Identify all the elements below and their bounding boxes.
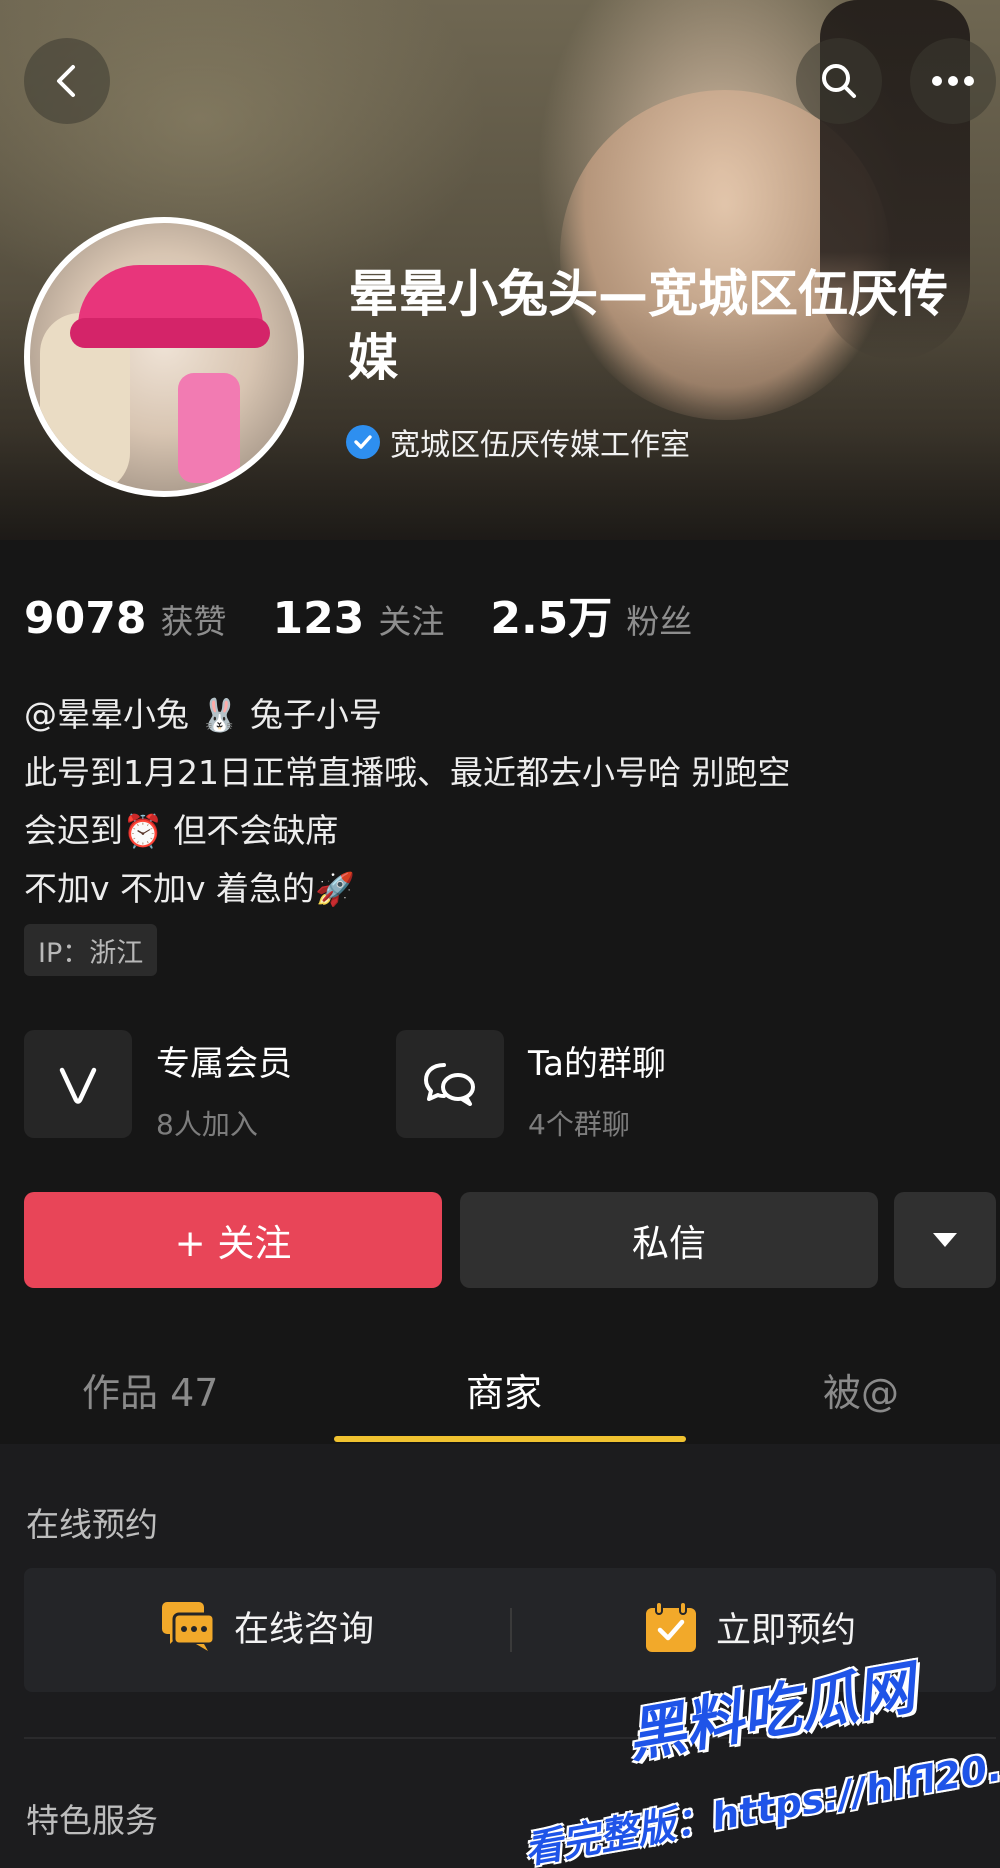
feature-exclusive-membership[interactable]: 专属会员 8人加入 [24, 1030, 292, 1143]
online-consult-label: 在线咨询 [234, 1609, 375, 1650]
merchant-content: 在线预约 在线咨询 立即预约 特色服务 [0, 1444, 1000, 1868]
avatar[interactable] [24, 217, 304, 497]
tab-mentions[interactable]: 被@ [823, 1362, 899, 1417]
stat-following-label: 关注 [378, 602, 445, 641]
tab-merchant[interactable]: 商家 [466, 1362, 542, 1417]
book-now-label: 立即预约 [716, 1610, 857, 1651]
message-button[interactable]: 私信 [460, 1192, 878, 1288]
rocket-emoji-icon: 🚀 [315, 870, 355, 908]
stat-followers[interactable]: 2.5万 粉丝 [490, 582, 692, 646]
stat-likes-label: 获赞 [160, 602, 227, 641]
caret-down-icon [933, 1233, 957, 1247]
stat-likes[interactable]: 9078 获赞 [24, 593, 226, 644]
stat-likes-value: 9078 [24, 593, 147, 644]
booking-options: 在线咨询 立即预约 [24, 1568, 996, 1692]
search-icon [822, 64, 856, 98]
search-button[interactable] [796, 38, 882, 124]
more-dots-icon [932, 76, 974, 86]
verified-label: 宽城区伍厌传媒工作室 [390, 428, 690, 463]
calendar-check-icon [646, 1601, 696, 1652]
bio-line-1: @晕晕小兔 🐰 兔子小号 [24, 686, 790, 744]
bio-line-4: 不加v 不加v 着急的🚀 [24, 869, 355, 908]
services-section-title: 特色服务 [26, 1801, 158, 1840]
consult-chat-icon [162, 1602, 216, 1651]
active-tab-indicator [334, 1436, 686, 1442]
stat-following-value: 123 [272, 593, 365, 644]
more-options-button[interactable] [910, 38, 996, 124]
profile-display-name: 晕晕小兔头—宽城区伍厌传媒 [348, 265, 948, 387]
rabbit-emoji-icon: 🐰 [199, 696, 240, 734]
stat-followers-value: 2.5万 [490, 593, 613, 644]
feature-group-chats-subtitle: 4个群聊 [528, 1108, 630, 1141]
feature-group-chats[interactable]: Ta的群聊 4个群聊 [396, 1030, 666, 1143]
profile-stats: 9078 获赞 123 关注 2.5万 粉丝 [24, 582, 738, 646]
follow-button[interactable]: + 关注 [24, 1192, 442, 1288]
verified-account-row[interactable]: 宽城区伍厌传媒工作室 [346, 420, 690, 464]
profile-tabs: 作品 47 商家 被@ [0, 1340, 1000, 1444]
tab-works[interactable]: 作品 47 [82, 1362, 218, 1417]
back-button[interactable] [24, 38, 110, 124]
alarm-clock-emoji-icon: ⏰ [123, 812, 163, 850]
stat-followers-label: 粉丝 [626, 602, 693, 641]
profile-bio: @晕晕小兔 🐰 兔子小号 此号到1月21日正常直播哦、最近都去小号哈 别跑空 会… [24, 686, 790, 918]
online-consult-button[interactable]: 在线咨询 [160, 1600, 374, 1652]
stat-following[interactable]: 123 关注 [272, 593, 444, 644]
feature-membership-title: 专属会员 [156, 1044, 292, 1084]
bio-line-2: 此号到1月21日正常直播哦、最近都去小号哈 别跑空 [24, 753, 791, 792]
bio-line-3: 会迟到⏰ 但不会缺席 [24, 811, 339, 850]
book-now-button[interactable]: 立即预约 [644, 1600, 856, 1654]
booking-section-title: 在线预约 [26, 1505, 158, 1544]
feature-group-chats-title: Ta的群聊 [528, 1044, 666, 1084]
ip-location-tag: IP：浙江 [24, 924, 158, 976]
v-badge-icon [24, 1030, 132, 1138]
chevron-left-icon [57, 65, 75, 97]
more-actions-button[interactable] [894, 1192, 996, 1288]
feature-membership-subtitle: 8人加入 [156, 1108, 258, 1141]
chat-bubbles-icon [396, 1030, 504, 1138]
verified-check-icon [346, 425, 380, 459]
bio-line-1-suffix: 兔子小号 [249, 695, 382, 734]
bio-mention-link[interactable]: @晕晕小兔 [24, 695, 189, 734]
